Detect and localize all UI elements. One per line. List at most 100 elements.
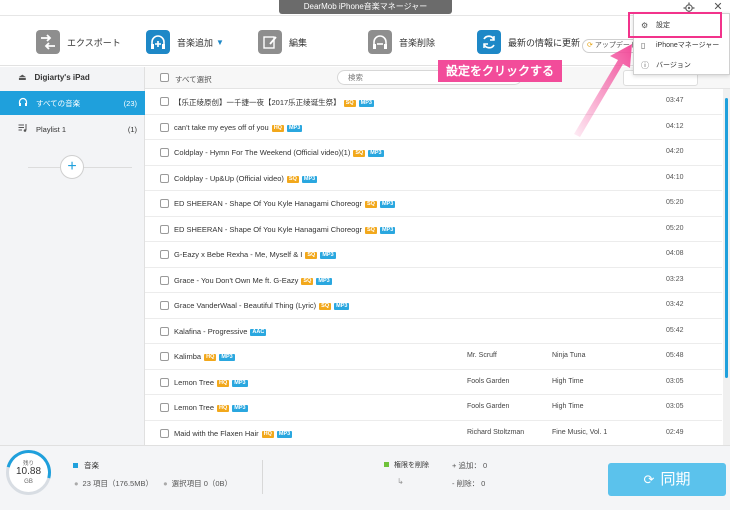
track-duration: 03:42 xyxy=(666,301,684,308)
track-title: Lemon Tree HQ MP3 xyxy=(174,403,248,412)
row-checkbox[interactable] xyxy=(160,352,169,361)
category-title: 音楽 xyxy=(73,460,99,471)
table-row[interactable]: Kalimba HQ MP3 Mr. Scruff Ninja Tuna 05:48 xyxy=(145,344,722,370)
scrollbar-thumb[interactable] xyxy=(725,98,728,378)
export-label: エクスポート xyxy=(67,37,121,48)
format-badge: SQ xyxy=(301,277,314,285)
track-title-text: Kalimba xyxy=(174,352,202,361)
refresh-icon xyxy=(477,30,501,54)
row-checkbox[interactable] xyxy=(160,173,169,183)
row-checkbox[interactable] xyxy=(160,224,169,234)
track-duration: 04:10 xyxy=(666,173,684,181)
sidebar-item-playlist-1[interactable]: Playlist 1 (1) xyxy=(0,117,145,141)
select-all-checkbox[interactable] xyxy=(160,73,169,82)
format-badge: SQ xyxy=(365,226,377,234)
status-bar: 残り 10.88 GB 音楽 ● 23 項目（176.5MB） ● 選択項目 0（0… xyxy=(0,441,730,510)
track-album: High Time xyxy=(552,403,584,410)
sync-icon: ⟳ xyxy=(643,472,655,487)
menu-item-version[interactable]: ⓘ バージョン xyxy=(634,56,729,76)
track-title-text: Maid with the Flaxen Hair xyxy=(174,428,259,438)
sidebar-item-label: Playlist 1 xyxy=(36,124,67,134)
device-header[interactable]: ⏏ Digiarty's iPad xyxy=(0,67,144,87)
info-icon: ⓘ xyxy=(641,61,649,70)
format-badge: MP3 xyxy=(368,150,384,157)
format-badge: SQ xyxy=(319,303,332,310)
settings-highlight-box xyxy=(628,12,722,38)
row-checkbox[interactable] xyxy=(160,377,169,387)
track-duration: 05:20 xyxy=(666,224,684,232)
track-duration: 03:05 xyxy=(666,377,684,385)
sync-button[interactable]: ⟳ 同期 xyxy=(608,463,726,496)
playlist-icon xyxy=(18,123,32,135)
track-duration: 02:49 xyxy=(666,428,684,436)
chevron-down-icon: ▼ xyxy=(216,37,224,47)
headphones-add-icon xyxy=(146,30,170,54)
table-row[interactable]: Lemon Tree HQ MP3 Fools Garden High Time 03:0… xyxy=(145,370,722,395)
track-duration: 05:20 xyxy=(666,199,684,206)
remaining-unit: GB xyxy=(24,479,33,485)
row-checkbox[interactable] xyxy=(160,428,169,438)
track-duration: 05:42 xyxy=(666,326,684,334)
table-row[interactable]: Coldplay - Up&Up (Official video) SQ MP3 04… xyxy=(145,166,722,191)
table-row[interactable]: Lemon Tree HQ MP3 Fools Garden High Time 03:0… xyxy=(145,395,722,421)
track-artist: Fools Garden xyxy=(467,377,510,385)
format-badge: MP3 xyxy=(358,100,374,107)
add-summary: + 追加： 0 xyxy=(452,461,488,470)
row-checkbox[interactable] xyxy=(160,275,169,285)
format-badge: MP3 xyxy=(320,252,336,259)
delete-music-button[interactable]: 音楽削除 xyxy=(368,29,435,55)
track-title-text: 【乐正绫原创】一千捷一夜【2017乐正绫诞生祭】 xyxy=(174,98,341,107)
table-row[interactable]: Kalafina - Progressive AAC 05:42 xyxy=(145,319,722,344)
edit-label: 編集 xyxy=(289,37,308,48)
format-badge: AAC xyxy=(250,328,267,336)
table-row[interactable]: ED SHEERAN - Shape Of You Kyle Hanagami … xyxy=(145,217,722,242)
export-button[interactable]: エクスポート xyxy=(36,29,121,55)
permission-label: 権限を削除 xyxy=(394,462,429,469)
track-title: Coldplay - Hymn For The Weekend (Officia… xyxy=(174,148,384,157)
row-checkbox[interactable] xyxy=(160,148,169,157)
track-album: High Time xyxy=(552,377,584,385)
row-checkbox[interactable] xyxy=(160,122,169,132)
format-badge: MP3 xyxy=(286,124,303,132)
track-title: ED SHEERAN - Shape Of You Kyle Hanagami … xyxy=(174,199,396,208)
track-title-text: Lemon Tree xyxy=(174,377,215,387)
track-title: G-Eazy x Bebe Rexha - Me, Myself & I SQ MP… xyxy=(174,250,336,259)
track-title-text: G-Eazy x Bebe Rexha - Me, Myself & I xyxy=(174,250,303,259)
headphones-icon xyxy=(18,97,32,109)
permission-color-swatch xyxy=(384,462,389,467)
row-checkbox[interactable] xyxy=(160,301,169,310)
eject-icon[interactable]: ⏏ xyxy=(18,72,27,83)
edit-button[interactable]: 編集 xyxy=(258,29,307,55)
format-badge: MP3 xyxy=(276,430,293,438)
row-checkbox[interactable] xyxy=(160,250,169,259)
storage-gauge: 残り 10.88 GB xyxy=(0,441,60,504)
table-row[interactable]: G-Eazy x Bebe Rexha - Me, Myself & I SQ MP… xyxy=(145,242,722,268)
track-title: Grace VanderWaal - Beautiful Thing (Lyri… xyxy=(174,301,350,310)
table-row[interactable]: Grace VanderWaal - Beautiful Thing (Lyri… xyxy=(145,293,722,319)
table-row[interactable]: ED SHEERAN - Shape Of You Kyle Hanagami … xyxy=(145,191,722,217)
row-checkbox[interactable] xyxy=(160,403,169,412)
row-checkbox[interactable] xyxy=(160,326,169,336)
track-title-text: Kalafina - Progressive xyxy=(174,326,248,336)
table-row[interactable]: Maid with the Flaxen Hair HQ MP3 Richard St… xyxy=(145,421,722,446)
category-label: 音楽 xyxy=(84,461,99,470)
annotation-callout: 設定をクリックする xyxy=(438,60,563,82)
menu-item-iphone-manager[interactable]: ▯ iPhoneマネージャー xyxy=(634,36,729,56)
format-badge: MP3 xyxy=(232,379,248,387)
row-checkbox[interactable] xyxy=(160,97,169,106)
row-checkbox[interactable] xyxy=(160,199,169,208)
track-duration: 04:12 xyxy=(666,122,684,130)
track-title: Maid with the Flaxen Hair HQ MP3 xyxy=(174,428,293,438)
format-badge: MP3 xyxy=(232,405,248,412)
table-row[interactable]: Coldplay - Hymn For The Weekend (Officia… xyxy=(145,140,722,166)
track-title-text: ED SHEERAN - Shape Of You Kyle Hanagami … xyxy=(174,224,363,234)
table-row[interactable]: Grace - You Don't Own Me ft. G-Eazy SQ MP3… xyxy=(145,268,722,293)
track-album: Fine Music, Vol. 1 xyxy=(552,428,608,436)
phone-icon: ▯ xyxy=(641,41,646,50)
sidebar-item-all-music[interactable]: すべての音楽 (23) xyxy=(0,91,145,115)
track-title-text: Grace VanderWaal - Beautiful Thing (Lyri… xyxy=(174,301,317,310)
add-music-button[interactable]: 音楽追加 ▼ xyxy=(146,29,224,55)
menu-item-label: バージョン xyxy=(656,62,691,69)
track-duration: 05:48 xyxy=(666,352,684,359)
add-playlist-button[interactable]: + xyxy=(60,155,84,179)
